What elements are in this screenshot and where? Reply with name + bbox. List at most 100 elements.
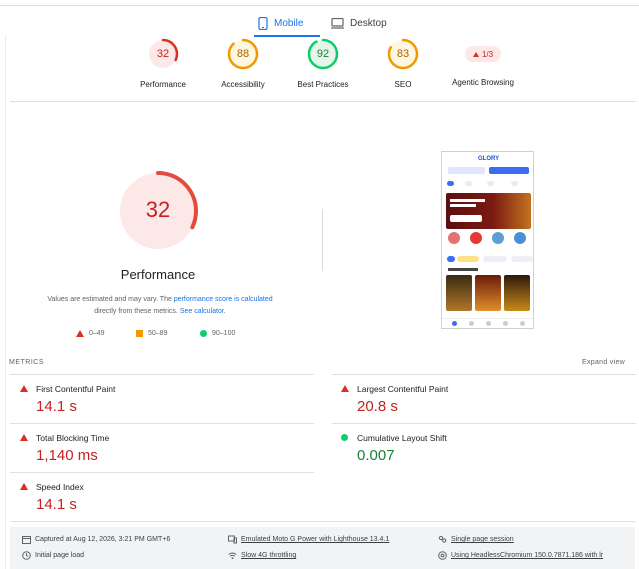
- metric-name: First Contentful Paint: [36, 384, 116, 394]
- legend-fail: 0–49: [76, 330, 105, 337]
- people-icon: [438, 535, 447, 543]
- preview-filter-pills: [447, 256, 533, 263]
- gauge-accessibility[interactable]: 88 Accessibility: [198, 38, 288, 89]
- score-value: 32: [156, 48, 170, 60]
- legend-average: 50–89: [136, 330, 167, 337]
- network-throttling[interactable]: Slow 4G throttling: [228, 551, 296, 560]
- score-label: Best Practices: [297, 80, 349, 89]
- expand-view-toggle[interactable]: Expand view: [582, 359, 625, 366]
- score-label: Accessibility: [221, 80, 265, 89]
- metric-divider: [10, 521, 636, 522]
- score-label: Performance: [140, 80, 186, 89]
- score-gauges: 32 Performance 88 Accessibility 92 Best …: [0, 38, 639, 98]
- legend-label: 50–89: [148, 330, 168, 337]
- metric-divider: [332, 423, 636, 424]
- gauge-agentic-browsing[interactable]: 1/3 Agentic Browsing: [438, 38, 528, 87]
- section-divider: [10, 101, 636, 102]
- preview-button: [448, 167, 485, 174]
- fail-triangle-icon: [20, 483, 28, 490]
- site-logo: GLORY: [478, 156, 500, 162]
- fail-triangle-icon: [20, 434, 28, 441]
- throttling-text: Slow 4G throttling: [241, 552, 297, 559]
- fail-triangle-icon: [341, 385, 349, 392]
- preview-button: [489, 167, 529, 174]
- preview-tabs: [447, 180, 531, 188]
- see-calculator-link[interactable]: See calculator.: [180, 308, 226, 315]
- globe-icon: [438, 551, 447, 560]
- performance-score: 32: [145, 197, 171, 222]
- browser-info[interactable]: Using HeadlessChromium 150.0.7871.186 wi…: [438, 551, 603, 560]
- triangle-icon: [76, 330, 84, 337]
- preview-bottom-nav: [442, 318, 533, 328]
- browser-text: Using HeadlessChromium 150.0.7871.186 wi…: [451, 552, 604, 559]
- agentic-value: 1/3: [481, 49, 494, 59]
- circle-icon: [200, 330, 207, 337]
- wifi-icon: [228, 552, 237, 560]
- performance-gauge: 32: [117, 170, 199, 252]
- legend-label: 0–49: [89, 330, 105, 337]
- score-ring: 83: [387, 38, 419, 70]
- metric-name: Largest Contentful Paint: [357, 384, 449, 394]
- score-label: SEO: [394, 80, 412, 89]
- square-icon: [136, 330, 143, 337]
- values-note: Values are estimated and may vary. The p…: [22, 294, 298, 318]
- emulated-device[interactable]: Emulated Moto G Power with Lighthouse 13…: [228, 535, 389, 544]
- session-text: Single page session: [451, 536, 514, 543]
- initial-load: Initial page load: [22, 551, 84, 560]
- gauge-performance[interactable]: 32 Performance: [118, 38, 208, 89]
- captured-at: Captured at Aug 12, 2026, 3:21 PM GMT+6: [22, 535, 170, 544]
- note-text: directly from these metrics.: [94, 308, 180, 315]
- preview-section-heading: [448, 268, 478, 271]
- load-text: Initial page load: [35, 552, 85, 559]
- preview-banner: [446, 193, 531, 229]
- pass-circle-icon: [341, 434, 348, 441]
- tab-desktop-label: Desktop: [350, 17, 387, 29]
- active-tab-indicator: [254, 35, 320, 37]
- gauge-seo[interactable]: 83 SEO: [358, 38, 448, 89]
- metric-divider: [10, 423, 314, 424]
- metric-value: 0.007: [357, 447, 395, 464]
- metric-value: 14.1 s: [36, 398, 77, 415]
- final-screenshot[interactable]: GLORY: [441, 151, 534, 329]
- metric-value: 14.1 s: [36, 496, 77, 513]
- legend-label: 90–100: [212, 330, 236, 337]
- left-border: [5, 36, 6, 569]
- vertical-separator: [322, 209, 323, 271]
- session-type[interactable]: Single page session: [438, 535, 514, 544]
- metric-name: Speed Index: [36, 482, 84, 492]
- score-ring: 32: [147, 38, 179, 70]
- score-ring: 92: [307, 38, 339, 70]
- device-tabs: Mobile Desktop: [0, 9, 639, 37]
- tab-mobile[interactable]: Mobile: [258, 9, 303, 37]
- desktop-icon: [331, 17, 344, 29]
- metric-name: Total Blocking Time: [36, 433, 110, 443]
- tab-desktop[interactable]: Desktop: [331, 9, 387, 37]
- runtime-settings-footer: Captured at Aug 12, 2026, 3:21 PM GMT+6 …: [10, 527, 635, 569]
- device-icon: [228, 535, 237, 544]
- clock-icon: [22, 551, 31, 560]
- mobile-icon: [258, 16, 268, 30]
- tab-mobile-label: Mobile: [274, 17, 304, 29]
- device-text: Emulated Moto G Power with Lighthouse 13…: [241, 536, 390, 543]
- metric-divider: [10, 472, 314, 473]
- metric-value: 20.8 s: [357, 398, 398, 415]
- preview-game-cards: [446, 275, 532, 311]
- performance-title: Performance: [120, 267, 196, 282]
- metric-value: 1,140 ms: [36, 447, 98, 464]
- gauge-best-practices[interactable]: 92 Best Practices: [278, 38, 368, 89]
- agentic-badge: 1/3: [465, 46, 501, 62]
- top-border: [0, 5, 639, 6]
- fail-triangle-icon: [20, 385, 28, 392]
- legend-pass: 90–100: [200, 330, 235, 337]
- score-calculated-link[interactable]: performance score is calculated: [174, 296, 273, 303]
- score-label: Agentic Browsing: [452, 78, 514, 87]
- preview-category-icons: [448, 232, 532, 248]
- metric-divider: [10, 374, 314, 375]
- score-value: 83: [396, 48, 410, 60]
- metric-divider: [332, 374, 636, 375]
- score-value: 88: [236, 48, 250, 60]
- metric-name: Cumulative Layout Shift: [357, 433, 447, 443]
- score-value: 92: [316, 48, 330, 60]
- captured-text: Captured at Aug 12, 2026, 3:21 PM GMT+6: [35, 536, 171, 543]
- note-text: Values are estimated and may vary. The: [47, 296, 174, 303]
